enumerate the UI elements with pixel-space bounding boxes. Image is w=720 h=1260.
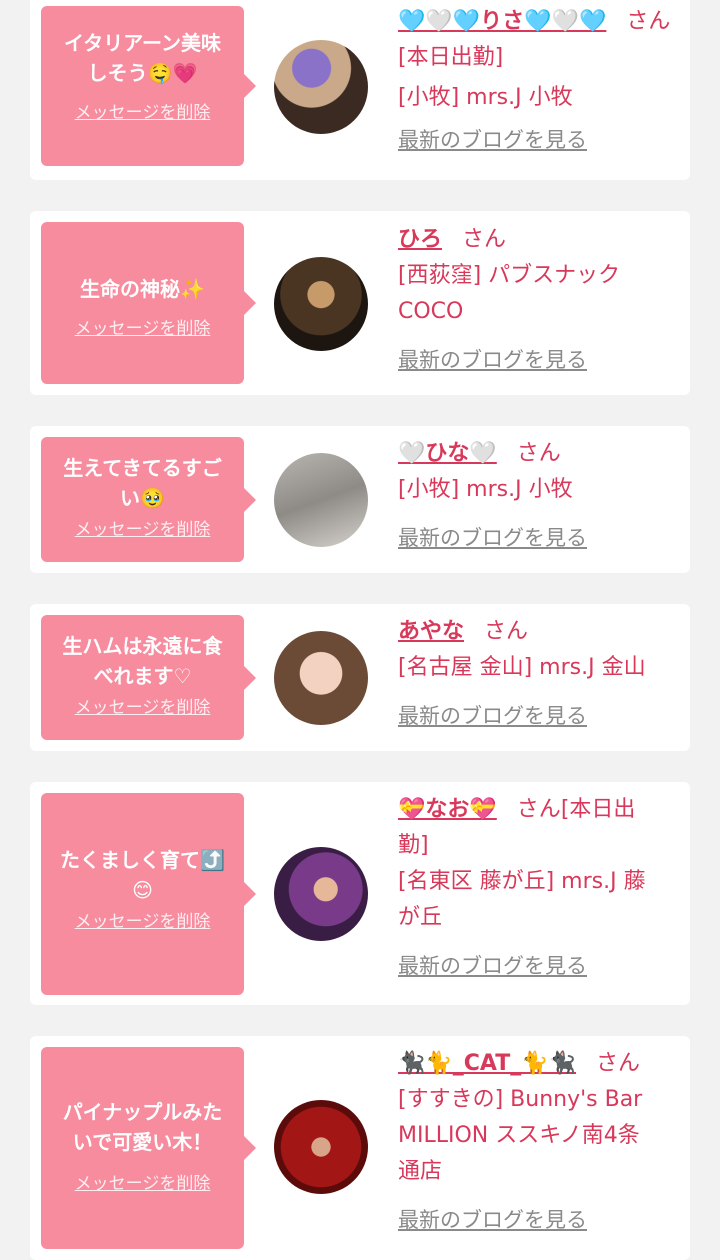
avatar[interactable] [274, 453, 368, 547]
avatar[interactable] [274, 631, 368, 725]
shop-name: [小牧] mrs.J 小牧 [398, 477, 573, 502]
message-card: たくましく育て⤴️ 😊 メッセージを削除 💝なお💝 さん[本日出 勤] [名東区 … [30, 782, 690, 1005]
message-text: 生えてきてるすご い🥹 [63, 456, 222, 510]
delete-message-button[interactable]: メッセージを削除 [75, 907, 211, 932]
message-bubble: イタリアーン美味 しそう🤤💗 メッセージを削除 [41, 6, 256, 166]
latest-blog-link[interactable]: 最新のブログを見る [398, 342, 680, 378]
message-card: 生ハムは永遠に食 べれます♡ メッセージを削除 あやな さん [名古屋 金山] m… [30, 604, 690, 751]
message-text: イタリアーン美味 しそう🤤💗 [64, 31, 221, 85]
honorific: さん [596, 1051, 641, 1076]
latest-blog-link[interactable]: 最新のブログを見る [398, 520, 680, 556]
message-card: 生命の神秘✨ メッセージを削除 ひろ さん [西荻窪] パブスナック COCO 最… [30, 211, 690, 395]
delete-message-button[interactable]: メッセージを削除 [75, 98, 211, 123]
message-bubble: 生命の神秘✨ メッセージを削除 [41, 222, 256, 384]
girl-name-link[interactable]: 🩵🤍🩵りさ🩵🤍🩵 [398, 9, 606, 34]
girl-name-link[interactable]: あやな [398, 619, 464, 644]
profile-info: 💝なお💝 さん[本日出 勤] [名東区 藤が丘] mrs.J 藤 が丘 最新のブロ… [398, 792, 680, 984]
latest-blog-link[interactable]: 最新のブログを見る [398, 698, 680, 734]
message-bubble: 生ハムは永遠に食 べれます♡ メッセージを削除 [41, 615, 256, 740]
avatar[interactable] [274, 40, 368, 134]
profile-info: あやな さん [名古屋 金山] mrs.J 金山 最新のブログを見る [398, 614, 680, 734]
delete-message-button[interactable]: メッセージを削除 [75, 314, 211, 339]
avatar[interactable] [274, 847, 368, 941]
work-status: [本日出勤] [398, 45, 504, 70]
shop-name: [すすきの] Bunny's Bar MILLION ススキノ南4条 通店 [398, 1087, 643, 1184]
message-text: たくましく育て⤴️ 😊 [60, 848, 225, 902]
message-bubble: 生えてきてるすご い🥹 メッセージを削除 [41, 437, 256, 562]
profile-info: ひろ さん [西荻窪] パブスナック COCO 最新のブログを見る [398, 222, 680, 378]
delete-message-button[interactable]: メッセージを削除 [75, 515, 211, 540]
profile-info: 🐈‍⬛🐈_CAT_🐈🐈‍⬛ さん [すすきの] Bunny's Bar MILLI… [398, 1046, 680, 1238]
latest-blog-link[interactable]: 最新のブログを見る [398, 948, 680, 984]
honorific: さん [484, 619, 529, 644]
honorific: さん [516, 797, 561, 822]
girl-name-link[interactable]: 💝なお💝 [398, 797, 497, 822]
shop-name: [名東区 藤が丘] mrs.J 藤 が丘 [398, 869, 646, 930]
avatar[interactable] [274, 257, 368, 351]
girl-name-link[interactable]: 🐈‍⬛🐈_CAT_🐈🐈‍⬛ [398, 1051, 576, 1076]
message-bubble: たくましく育て⤴️ 😊 メッセージを削除 [41, 793, 256, 995]
message-bubble: パイナップルみた いで可愛い木！ メッセージを削除 [41, 1047, 256, 1249]
latest-blog-link[interactable]: 最新のブログを見る [398, 122, 680, 158]
message-card: パイナップルみた いで可愛い木！ メッセージを削除 🐈‍⬛🐈_CAT_🐈🐈‍⬛ さ… [30, 1036, 690, 1260]
honorific: さん [462, 227, 507, 252]
shop-name: [名古屋 金山] mrs.J 金山 [398, 655, 646, 680]
honorific: さん [626, 9, 671, 34]
message-text: 生ハムは永遠に食 べれます♡ [62, 634, 223, 688]
message-text: パイナップルみた いで可愛い木！ [62, 1100, 223, 1154]
message-card: イタリアーン美味 しそう🤤💗 メッセージを削除 🩵🤍🩵りさ🩵🤍🩵 さん [本日出勤… [30, 0, 690, 180]
avatar[interactable] [274, 1100, 368, 1194]
shop-name: [小牧] mrs.J 小牧 [398, 85, 573, 110]
girl-name-link[interactable]: ひろ [398, 227, 442, 252]
delete-message-button[interactable]: メッセージを削除 [75, 1169, 211, 1194]
message-text: 生命の神秘✨ [80, 277, 205, 301]
profile-info: 🩵🤍🩵りさ🩵🤍🩵 さん [本日出勤] [小牧] mrs.J 小牧 最新のブログを見… [398, 4, 680, 158]
shop-name: [西荻窪] パブスナック COCO [398, 263, 621, 324]
delete-message-button[interactable]: メッセージを削除 [75, 693, 211, 718]
girl-name-link[interactable]: 🤍ひな🤍 [398, 441, 497, 466]
latest-blog-link[interactable]: 最新のブログを見る [398, 1202, 680, 1238]
honorific: さん [516, 441, 561, 466]
profile-info: 🤍ひな🤍 さん [小牧] mrs.J 小牧 最新のブログを見る [398, 436, 680, 556]
message-card: 生えてきてるすご い🥹 メッセージを削除 🤍ひな🤍 さん [小牧] mrs.J 小… [30, 426, 690, 573]
